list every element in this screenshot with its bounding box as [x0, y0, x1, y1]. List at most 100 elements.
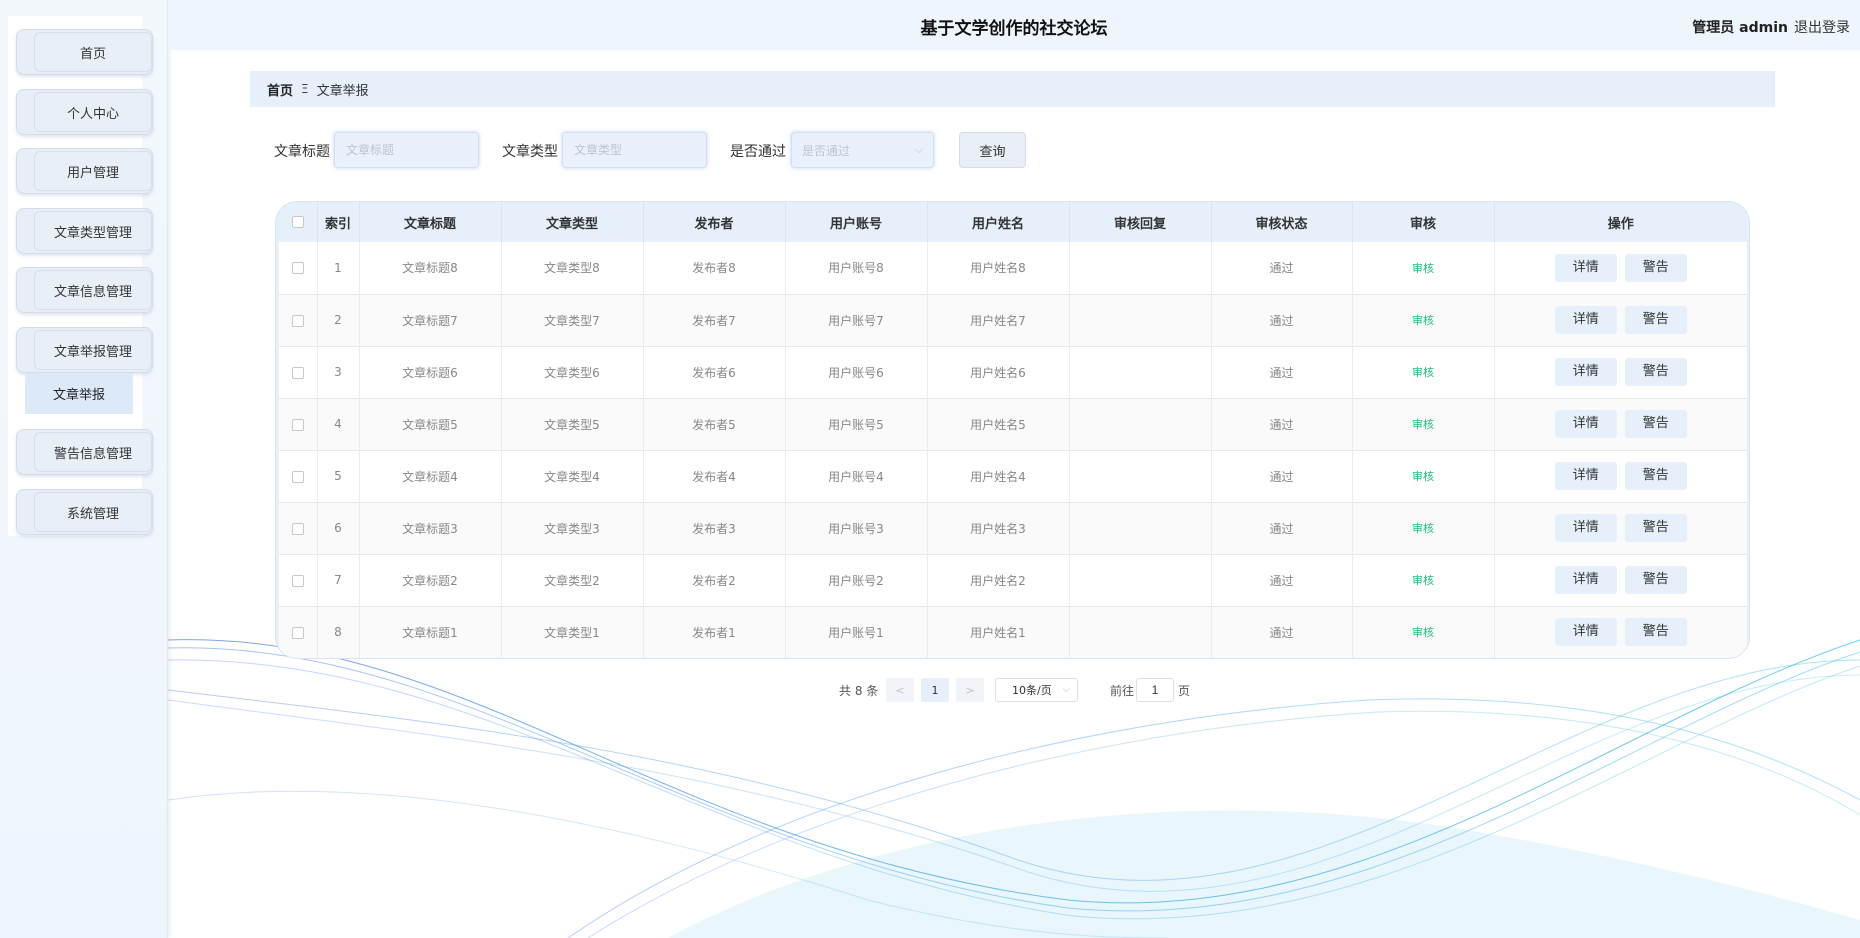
- detail-button[interactable]: 详情: [1554, 358, 1617, 386]
- warn-button[interactable]: 警告: [1624, 566, 1687, 594]
- cell-status: 通过: [1211, 294, 1353, 347]
- row-checkbox[interactable]: [291, 522, 304, 535]
- table-header-row: 索引 文章标题 文章类型 发布者 用户账号 用户姓名 审核回复 审核状态 审核 …: [279, 202, 1747, 242]
- sidebar-subitem-article-report[interactable]: 文章举报: [25, 373, 133, 414]
- cell-account: 用户账号7: [785, 294, 928, 347]
- cell-status: 通过: [1211, 398, 1353, 451]
- cell-reply: [1069, 346, 1212, 399]
- sidebar-item-personal-center[interactable]: 个人中心: [16, 89, 153, 135]
- page-size-select[interactable]: 10条/页 ⌵: [995, 678, 1078, 702]
- row-checkbox[interactable]: [291, 314, 304, 327]
- title-search-input[interactable]: [334, 132, 479, 168]
- cell-publisher: 发布者2: [643, 554, 786, 607]
- pass-filter-label: 是否通过: [730, 144, 786, 160]
- pass-filter-select[interactable]: 是否通过 ⌵: [791, 132, 934, 168]
- warn-button[interactable]: 警告: [1624, 410, 1687, 438]
- cell-review: 审核: [1352, 242, 1495, 295]
- table-row: 3 文章标题6 文章类型6 发布者6 用户账号6 用户姓名6 通过 审核 详情 警告: [279, 346, 1747, 399]
- row-checkbox[interactable]: [291, 418, 304, 431]
- pass-filter-placeholder: 是否通过: [802, 143, 851, 158]
- type-search-input[interactable]: [562, 132, 707, 168]
- row-select-cell: [279, 294, 318, 347]
- warn-button[interactable]: 警告: [1624, 514, 1687, 542]
- review-link[interactable]: 审核: [1412, 366, 1434, 379]
- sidebar-item-label: 首页: [34, 32, 152, 72]
- row-select-cell: [279, 606, 318, 658]
- sidebar-item-article-report-management[interactable]: 文章举报管理: [16, 327, 153, 373]
- warn-button[interactable]: 警告: [1624, 253, 1687, 282]
- table-row: 8 文章标题1 文章类型1 发布者1 用户账号1 用户姓名1 通过 审核 详情 警告: [279, 606, 1747, 658]
- goto-page-input[interactable]: [1136, 678, 1174, 702]
- breadcrumb-current: 文章举报: [316, 83, 369, 99]
- goto-label: 前往: [1110, 684, 1135, 698]
- cell-title: 文章标题2: [359, 554, 502, 607]
- cell-title: 文章标题3: [359, 502, 502, 555]
- detail-button[interactable]: 详情: [1554, 514, 1617, 542]
- sidebar-item-article-type-management[interactable]: 文章类型管理: [16, 208, 153, 254]
- page-number-button[interactable]: 1: [921, 678, 949, 702]
- detail-button[interactable]: 详情: [1554, 566, 1617, 594]
- warn-button[interactable]: 警告: [1624, 618, 1687, 646]
- detail-button[interactable]: 详情: [1554, 306, 1617, 334]
- cell-title: 文章标题4: [359, 450, 502, 503]
- detail-button[interactable]: 详情: [1554, 462, 1617, 490]
- breadcrumb-home[interactable]: 首页: [267, 80, 293, 99]
- sidebar-item-home[interactable]: 首页: [16, 29, 153, 75]
- row-checkbox[interactable]: [291, 470, 304, 483]
- next-page-button[interactable]: >: [956, 678, 984, 702]
- cell-name: 用户姓名5: [927, 398, 1070, 451]
- row-checkbox[interactable]: [291, 626, 304, 639]
- column-header: 操作: [1494, 202, 1747, 242]
- row-select-cell: [279, 450, 318, 503]
- cell-reply: [1069, 554, 1212, 607]
- cell-status: 通过: [1211, 606, 1353, 658]
- logout-link[interactable]: 退出登录: [1794, 17, 1850, 37]
- table-row: 6 文章标题3 文章类型3 发布者3 用户账号3 用户姓名3 通过 审核 详情 警告: [279, 502, 1747, 555]
- report-table-container: 索引 文章标题 文章类型 发布者 用户账号 用户姓名 审核回复 审核状态 审核 …: [275, 201, 1750, 659]
- cell-account: 用户账号8: [785, 242, 928, 295]
- cell-type: 文章类型2: [501, 554, 644, 607]
- warn-button[interactable]: 警告: [1624, 358, 1687, 386]
- cell-index: 8: [317, 606, 360, 658]
- cell-index: 4: [317, 398, 360, 451]
- review-link[interactable]: 审核: [1412, 262, 1434, 275]
- cell-status: 通过: [1211, 242, 1353, 295]
- query-button[interactable]: 查询: [959, 132, 1026, 168]
- cell-review: 审核: [1352, 294, 1495, 347]
- cell-title: 文章标题8: [359, 242, 502, 295]
- detail-button[interactable]: 详情: [1554, 410, 1617, 438]
- cell-review: 审核: [1352, 502, 1495, 555]
- review-link[interactable]: 审核: [1412, 418, 1434, 431]
- warn-button[interactable]: 警告: [1624, 306, 1687, 334]
- cell-reply: [1069, 242, 1212, 295]
- cell-account: 用户账号3: [785, 502, 928, 555]
- cell-review: 审核: [1352, 450, 1495, 503]
- review-link[interactable]: 审核: [1412, 470, 1434, 483]
- sidebar-item-article-info-management[interactable]: 文章信息管理: [16, 267, 153, 313]
- sidebar-item-system-management[interactable]: 系统管理: [16, 489, 153, 535]
- review-link[interactable]: 审核: [1412, 314, 1434, 327]
- cell-index: 5: [317, 450, 360, 503]
- row-checkbox[interactable]: [291, 574, 304, 587]
- select-all-checkbox[interactable]: [291, 216, 304, 228]
- cell-actions: 详情 警告: [1494, 450, 1747, 503]
- prev-page-button[interactable]: <: [886, 678, 914, 702]
- detail-button[interactable]: 详情: [1554, 618, 1617, 646]
- row-checkbox[interactable]: [291, 366, 304, 379]
- chevron-down-icon: ⌵: [914, 143, 923, 156]
- cell-actions: 详情 警告: [1494, 554, 1747, 607]
- row-checkbox[interactable]: [291, 262, 304, 275]
- review-link[interactable]: 审核: [1412, 626, 1434, 639]
- cell-type: 文章类型5: [501, 398, 644, 451]
- top-header: 基于文学创作的社交论坛 管理员 admin 退出登录: [168, 0, 1860, 50]
- warn-button[interactable]: 警告: [1624, 462, 1687, 490]
- cell-actions: 详情 警告: [1494, 294, 1747, 347]
- review-link[interactable]: 审核: [1412, 574, 1434, 587]
- column-header: 索引: [317, 202, 360, 242]
- sidebar-item-warning-management[interactable]: 警告信息管理: [16, 429, 153, 475]
- review-link[interactable]: 审核: [1412, 522, 1434, 535]
- detail-button[interactable]: 详情: [1554, 253, 1617, 282]
- type-search-label: 文章类型: [502, 144, 558, 160]
- cell-account: 用户账号6: [785, 346, 928, 399]
- cell-review: 审核: [1352, 554, 1495, 607]
